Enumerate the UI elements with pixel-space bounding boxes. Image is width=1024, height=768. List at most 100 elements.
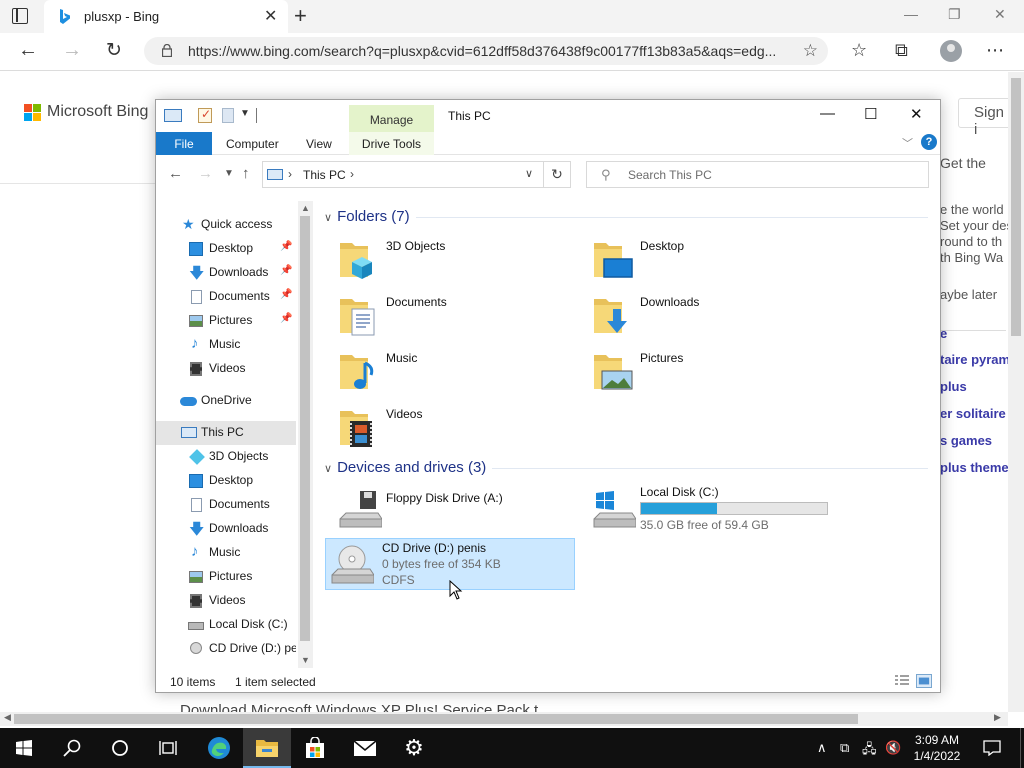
chevron-right-icon[interactable]: › xyxy=(288,167,292,181)
explorer-forward-icon[interactable]: → xyxy=(198,165,213,182)
bing-logo[interactable]: Microsoft Bing xyxy=(24,103,148,121)
task-view-button[interactable] xyxy=(144,728,192,768)
related-search-link[interactable]: plus xyxy=(940,379,967,394)
settings-more-icon[interactable]: ⋯ xyxy=(986,40,1004,61)
related-search-link[interactable]: taire pyram xyxy=(940,352,1010,367)
browser-minimize-button[interactable]: — xyxy=(904,6,918,22)
cortana-button[interactable] xyxy=(96,728,144,768)
explorer-back-icon[interactable]: ← xyxy=(168,165,183,182)
sidebar-item-music[interactable]: ♪ Music xyxy=(156,541,296,565)
collections-icon[interactable]: ⧉ xyxy=(895,40,908,61)
folder-tile-downloads[interactable]: Downloads xyxy=(584,289,834,341)
explorer-title-bar[interactable]: ▼ Manage This PC — ☐ ✕ xyxy=(156,100,940,132)
recent-locations-icon[interactable]: ▼ xyxy=(224,168,234,179)
navigation-pane-scroll-thumb[interactable] xyxy=(300,216,310,641)
explorer-address-bar[interactable]: › This PC › ∨ xyxy=(262,161,544,188)
tab-actions-icon[interactable] xyxy=(12,8,28,24)
search-button[interactable] xyxy=(48,728,96,768)
related-search-link[interactable]: s games xyxy=(940,433,992,448)
sidebar-item-desktop[interactable]: Desktop xyxy=(156,469,296,493)
start-button[interactable] xyxy=(0,728,48,768)
folders-group-header[interactable]: ∨ Folders (7) xyxy=(324,208,410,225)
explorer-minimize-button[interactable]: — xyxy=(820,105,835,122)
sidebar-item-music[interactable]: ♪ Music xyxy=(156,333,296,357)
explorer-refresh-button[interactable]: ↻ xyxy=(544,161,571,188)
scroll-right-icon[interactable]: ▶ xyxy=(994,712,1001,723)
taskbar-mail[interactable] xyxy=(341,728,389,768)
page-vertical-scrollbar[interactable] xyxy=(1008,72,1024,712)
taskbar-edge[interactable] xyxy=(195,728,243,768)
sidebar-item-quick-access[interactable]: ★ Quick access xyxy=(156,213,296,237)
sidebar-item-documents[interactable]: Documents 📌 xyxy=(156,285,296,309)
page-horizontal-scroll-thumb[interactable] xyxy=(14,714,858,724)
scroll-left-icon[interactable]: ◀ xyxy=(4,712,11,723)
explorer-search-input[interactable]: ⚲ Search This PC xyxy=(586,161,929,188)
scroll-down-icon[interactable]: ▼ xyxy=(301,655,310,665)
profile-avatar[interactable] xyxy=(940,40,962,62)
browser-close-button[interactable]: ✕ xyxy=(994,6,1006,23)
drive-tile-floppy[interactable]: Floppy Disk Drive (A:) xyxy=(330,485,580,537)
explorer-close-button[interactable]: ✕ xyxy=(910,105,923,123)
folder-tile-music[interactable]: Music xyxy=(330,345,580,397)
sidebar-item-videos[interactable]: Videos xyxy=(156,589,296,613)
volume-muted-icon[interactable]: 🔇 xyxy=(885,740,901,756)
chevron-right-icon[interactable]: › xyxy=(350,167,354,181)
address-history-dropdown-icon[interactable]: ∨ xyxy=(525,167,533,180)
show-hidden-icons-icon[interactable]: ∧ xyxy=(817,740,827,756)
sidebar-item-this-pc[interactable]: This PC xyxy=(156,421,296,445)
devices-group-header[interactable]: ∨ Devices and drives (3) xyxy=(324,459,486,476)
taskbar-file-explorer[interactable] xyxy=(243,728,291,768)
new-tab-button[interactable]: + xyxy=(294,3,307,29)
refresh-icon[interactable]: ↻ xyxy=(106,39,122,62)
tab-file[interactable]: File xyxy=(156,132,212,155)
new-folder-icon[interactable] xyxy=(222,108,234,123)
page-horizontal-scrollbar[interactable]: ◀ ▶ xyxy=(0,712,1008,726)
address-location[interactable]: This PC xyxy=(303,168,346,182)
network-icon[interactable]: 🖧 xyxy=(862,740,877,762)
folder-tile-videos[interactable]: Videos xyxy=(330,401,580,453)
folder-tile-documents[interactable]: Documents xyxy=(330,289,580,341)
browser-restore-button[interactable]: ❐ xyxy=(948,6,961,23)
tab-drive-tools[interactable]: Drive Tools xyxy=(349,132,434,155)
show-desktop-button[interactable] xyxy=(1020,728,1024,768)
system-clock[interactable]: 3:09 AM 1/4/2022 xyxy=(906,732,968,764)
sidebar-item-downloads[interactable]: 🡇 Downloads 📌 xyxy=(156,261,296,285)
related-search-link[interactable]: plus themes xyxy=(940,460,1016,475)
network-vm-icon[interactable]: ⧉ xyxy=(840,740,849,756)
search-result-title[interactable]: Download Microsoft Windows XP Plus! Serv… xyxy=(180,702,680,712)
related-search-link[interactable]: e xyxy=(940,326,947,341)
tab-computer[interactable]: Computer xyxy=(226,137,279,151)
customize-toolbar-icon[interactable]: ▼ xyxy=(240,108,250,119)
notifications-icon[interactable] xyxy=(983,740,1001,756)
maybe-later-link[interactable]: aybe later xyxy=(940,287,997,302)
folder-tile-3d-objects[interactable]: 3D Objects xyxy=(330,233,580,285)
sidebar-item-videos[interactable]: Videos xyxy=(156,357,296,381)
browser-tab-bing[interactable]: plusxp - Bing ✕ xyxy=(44,0,288,33)
related-search-link[interactable]: er solitaire xyxy=(940,406,1006,421)
explorer-maximize-button[interactable]: ☐ xyxy=(864,105,877,123)
help-icon[interactable]: ? xyxy=(921,134,937,150)
expand-ribbon-icon[interactable]: ﹀ xyxy=(902,135,913,151)
sidebar-item-onedrive[interactable]: OneDrive xyxy=(156,389,296,413)
address-bar[interactable]: https://www.bing.com/search?q=plusxp&cvi… xyxy=(144,37,828,65)
tiles-view-icon[interactable] xyxy=(916,674,932,688)
details-view-icon[interactable] xyxy=(894,674,910,688)
taskbar-settings[interactable]: ⚙ xyxy=(390,728,438,768)
sidebar-item-pictures[interactable]: Pictures xyxy=(156,565,296,589)
sidebar-item-desktop[interactable]: Desktop 📌 xyxy=(156,237,296,261)
sidebar-item-local-disk[interactable]: Local Disk (C:) xyxy=(156,613,296,637)
sidebar-item-downloads[interactable]: 🡇 Downloads xyxy=(156,517,296,541)
folder-tile-pictures[interactable]: Pictures xyxy=(584,345,834,397)
sidebar-item-cd-drive[interactable]: CD Drive (D:) penis xyxy=(156,637,296,661)
navigation-pane-scrollbar[interactable]: ▲ ▼ xyxy=(298,201,313,668)
add-favorite-icon[interactable]: ☆ xyxy=(803,41,818,61)
tab-close-icon[interactable]: ✕ xyxy=(264,6,277,26)
page-vertical-scroll-thumb[interactable] xyxy=(1011,78,1021,336)
tab-manage[interactable]: Manage xyxy=(349,105,434,132)
sidebar-item-pictures[interactable]: Pictures 📌 xyxy=(156,309,296,333)
folder-tile-desktop[interactable]: Desktop xyxy=(584,233,834,285)
favorites-icon[interactable]: ☆ xyxy=(851,40,867,61)
back-arrow-icon[interactable]: ← xyxy=(18,39,38,62)
sidebar-item-documents[interactable]: Documents xyxy=(156,493,296,517)
scroll-up-icon[interactable]: ▲ xyxy=(301,203,310,213)
